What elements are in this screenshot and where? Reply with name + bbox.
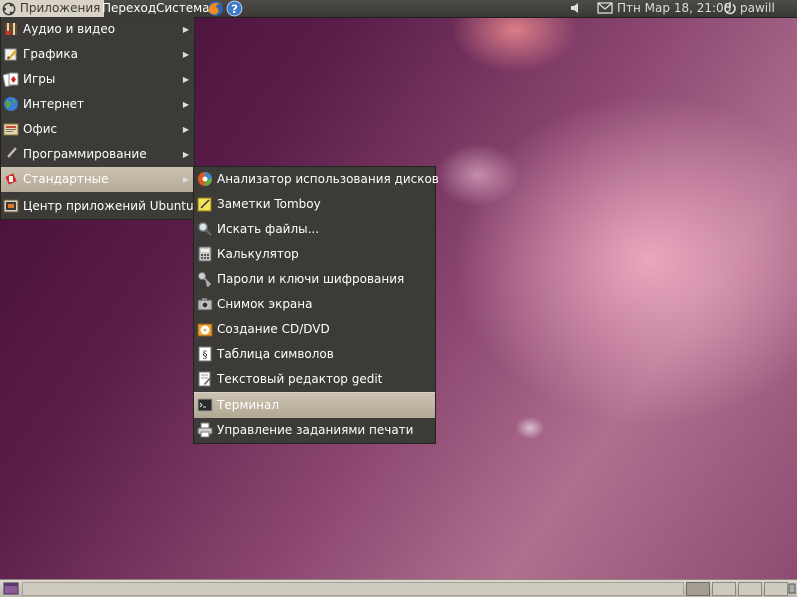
menu-item-terminal[interactable]: Терминал: [194, 392, 435, 418]
system-menu-button[interactable]: Система: [156, 0, 210, 17]
menu-item-calculator[interactable]: Калькулятор: [194, 242, 435, 267]
menu-item-label: Аудио и видео: [23, 22, 116, 36]
svg-text:§: §: [203, 350, 208, 361]
internet-icon: [4, 97, 18, 111]
svg-text:?: ?: [231, 2, 238, 16]
applications-menu-button[interactable]: Приложения: [0, 0, 105, 17]
menu-item-cd-dvd-creator[interactable]: Создание CD/DVD: [194, 317, 435, 342]
printer-icon: [197, 422, 213, 438]
menu-item-label: Игры: [23, 72, 56, 86]
calculator-icon: [198, 246, 212, 262]
char-map-icon: §: [198, 346, 212, 362]
menu-item-character-map[interactable]: § Таблица символов: [194, 342, 435, 367]
workspace-1[interactable]: [686, 582, 710, 596]
graphics-icon: [4, 48, 17, 61]
menu-item-label: Интернет: [23, 97, 85, 111]
text-editor-icon: [198, 371, 212, 387]
help-icon[interactable]: ?: [226, 0, 243, 17]
menu-item-screenshot[interactable]: Снимок экрана: [194, 292, 435, 317]
mail-icon[interactable]: [597, 2, 613, 14]
menu-item-label: Стандартные: [23, 172, 109, 186]
menu-item-label: Искать файлы...: [217, 222, 320, 236]
menu-item-internet[interactable]: Интернет ▶: [1, 92, 194, 117]
menu-item-label: Таблица символов: [217, 347, 334, 361]
terminal-icon: [197, 398, 213, 412]
menu-item-graphics[interactable]: Графика ▶: [1, 42, 194, 67]
menu-item-label: Заметки Tomboy: [217, 197, 321, 211]
trash-icon[interactable]: [788, 582, 796, 594]
menu-item-programming[interactable]: Программирование ▶: [1, 142, 194, 167]
chevron-right-icon: ▶: [182, 175, 189, 184]
menu-item-label: Текстовый редактор gedit: [217, 372, 383, 386]
menu-item-label: Снимок экрана: [217, 297, 313, 311]
menu-item-label: Графика: [23, 47, 78, 61]
bottom-panel: [0, 579, 797, 597]
chevron-right-icon: ▶: [182, 25, 189, 34]
volume-icon[interactable]: [569, 1, 583, 15]
games-icon: [3, 72, 19, 87]
workspace-2[interactable]: [712, 582, 736, 596]
taskbar-area[interactable]: [22, 582, 684, 596]
top-panel: Приложения Переход Система ? Птн Мар 18,…: [0, 0, 797, 18]
cd-dvd-icon: [197, 323, 213, 337]
chevron-right-icon: ▶: [182, 125, 189, 134]
menu-item-passwords-keys[interactable]: Пароли и ключи шифрования: [194, 267, 435, 292]
keys-icon: [198, 272, 212, 287]
places-menu-button[interactable]: Переход: [102, 0, 156, 17]
ubuntu-logo-icon: [2, 2, 16, 15]
chevron-right-icon: ▶: [182, 100, 189, 109]
menu-item-label: Офис: [23, 122, 58, 136]
menu-item-disk-usage-analyzer[interactable]: Анализатор использования дисков: [194, 167, 439, 192]
firefox-icon[interactable]: [207, 0, 224, 17]
tomboy-notes-icon: [197, 197, 212, 212]
camera-icon: [197, 298, 213, 311]
menu-item-ubuntu-software-center[interactable]: Центр приложений Ubuntu: [1, 194, 194, 219]
power-icon[interactable]: [723, 1, 737, 15]
menu-item-label: Терминал: [217, 398, 280, 412]
office-icon: [3, 123, 19, 136]
audio-video-icon: [5, 23, 17, 36]
menu-item-games[interactable]: Игры ▶: [1, 67, 194, 92]
user-name[interactable]: pawill: [740, 0, 775, 17]
disk-usage-icon: [198, 172, 212, 186]
search-icon: [198, 222, 212, 236]
programming-icon: [4, 146, 18, 161]
menu-item-print-jobs[interactable]: Управление заданиями печати: [194, 418, 435, 443]
chevron-right-icon: ▶: [182, 150, 189, 159]
menu-item-office[interactable]: Офис ▶: [1, 117, 194, 142]
applications-menu-label: Приложения: [19, 1, 101, 15]
show-desktop-icon[interactable]: [3, 582, 19, 595]
accessories-icon: [5, 173, 17, 185]
menu-item-tomboy-notes[interactable]: Заметки Tomboy: [194, 192, 435, 217]
accessories-submenu: Анализатор использования дисков Заметки …: [193, 166, 439, 444]
menu-item-label: Калькулятор: [217, 247, 299, 261]
menu-item-accessories[interactable]: Стандартные ▶: [1, 167, 194, 192]
software-center-icon: [3, 199, 19, 213]
menu-item-label: Создание CD/DVD: [217, 322, 330, 336]
menu-item-label: Центр приложений Ubuntu: [23, 199, 194, 213]
menu-item-label: Управление заданиями печати: [217, 423, 414, 437]
applications-dropdown-menu: Аудио и видео ▶ Графика ▶ Игры ▶ Интерне…: [0, 17, 195, 220]
menu-item-gedit[interactable]: Текстовый редактор gedit: [194, 367, 435, 392]
workspace-4[interactable]: [764, 582, 788, 596]
chevron-right-icon: ▶: [182, 75, 189, 84]
clock[interactable]: Птн Мар 18, 21:08: [617, 0, 731, 17]
menu-item-label: Анализатор использования дисков: [217, 172, 439, 186]
menu-item-search-files[interactable]: Искать файлы...: [194, 217, 435, 242]
menu-item-label: Пароли и ключи шифрования: [217, 272, 405, 286]
workspace-3[interactable]: [738, 582, 762, 596]
menu-item-label: Программирование: [23, 147, 147, 161]
chevron-right-icon: ▶: [182, 50, 189, 59]
menu-item-audio-video[interactable]: Аудио и видео ▶: [1, 17, 194, 42]
